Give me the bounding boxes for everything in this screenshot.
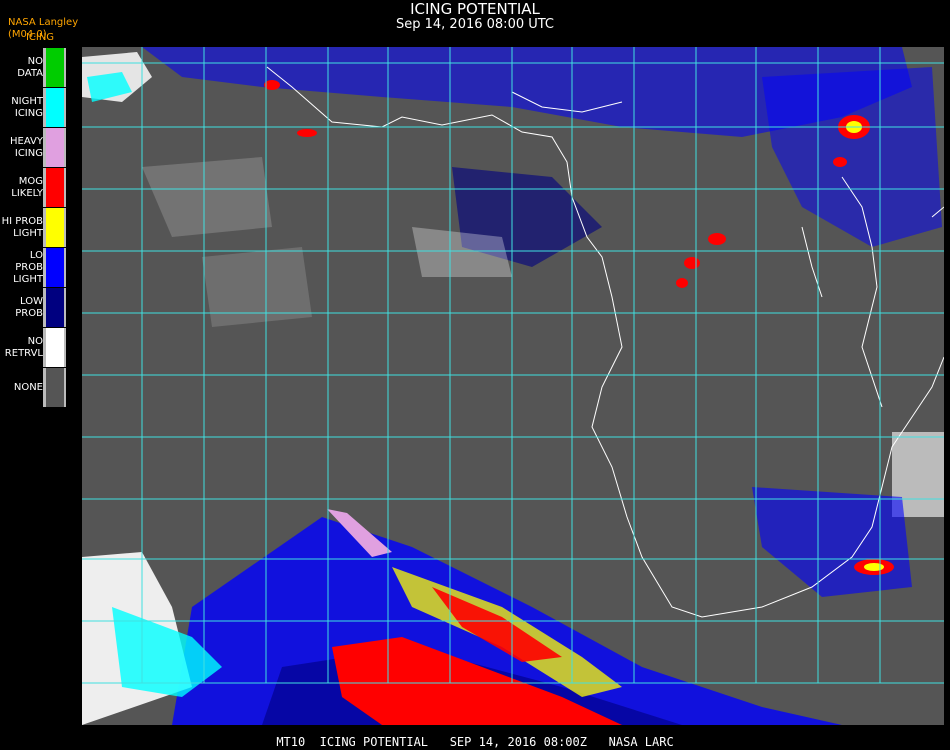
legend-item-none: NONE xyxy=(0,368,66,408)
no-retrieval-region xyxy=(202,247,312,327)
legend-label: MOG LIKELY xyxy=(0,168,43,207)
legend-swatch xyxy=(46,128,64,167)
legend-label: NONE xyxy=(0,368,43,407)
mog-cell xyxy=(708,233,726,245)
legend-label: HEAVY ICING xyxy=(0,128,43,167)
legend-label: LOW PROB xyxy=(0,288,43,327)
legend-swatch xyxy=(46,88,64,127)
legend-item-heavy-icing: HEAVY ICING xyxy=(0,128,66,168)
legend-swatch xyxy=(46,248,64,287)
mog-cell xyxy=(676,278,688,288)
legend-item-hi-prob-light: HI PROB LIGHT xyxy=(0,208,66,248)
legend-swatch xyxy=(46,48,64,87)
legend-item-low-prob: LOW PROB xyxy=(0,288,66,328)
mog-cell xyxy=(864,563,884,571)
lo-prob-region-east xyxy=(752,487,912,597)
mog-cell xyxy=(297,129,317,137)
legend-label: NO DATA xyxy=(0,48,43,87)
legend-swatch xyxy=(46,168,64,207)
mog-cell xyxy=(833,157,847,167)
lo-prob-region-ne xyxy=(762,67,942,247)
icing-map[interactable] xyxy=(82,47,944,725)
legend-swatch xyxy=(46,328,64,367)
legend-item-no-data: NO DATA xyxy=(0,48,66,88)
legend-item-mog-likely: MOG LIKELY xyxy=(0,168,66,208)
footer-caption: MT10 ICING POTENTIAL SEP 14, 2016 08:00Z… xyxy=(276,735,674,749)
legend-label: NO RETRVL xyxy=(0,328,43,367)
legend-label: LO PROB LIGHT xyxy=(0,248,43,287)
icing-regions xyxy=(82,47,944,725)
mog-cell xyxy=(684,257,700,269)
map-canvas xyxy=(82,47,944,725)
legend-label: NIGHT ICING xyxy=(0,88,43,127)
legend-swatch xyxy=(46,368,64,407)
no-retrieval-region xyxy=(142,157,272,237)
product-label: ICING xyxy=(25,32,55,43)
legend-swatch xyxy=(46,288,64,327)
color-legend: NO DATA NIGHT ICING HEAVY ICING MOG LIKE… xyxy=(0,48,66,408)
legend-item-no-retrvl: NO RETRVL xyxy=(0,328,66,368)
legend-item-night-icing: NIGHT ICING xyxy=(0,88,66,128)
legend-item-lo-prob-light: LO PROB LIGHT xyxy=(0,248,66,288)
map-timestamp: Sep 14, 2016 08:00 UTC xyxy=(395,17,555,32)
border xyxy=(801,226,823,298)
legend-swatch xyxy=(46,208,64,247)
map-title: ICING POTENTIAL xyxy=(410,0,540,18)
legend-label: HI PROB LIGHT xyxy=(0,208,43,247)
